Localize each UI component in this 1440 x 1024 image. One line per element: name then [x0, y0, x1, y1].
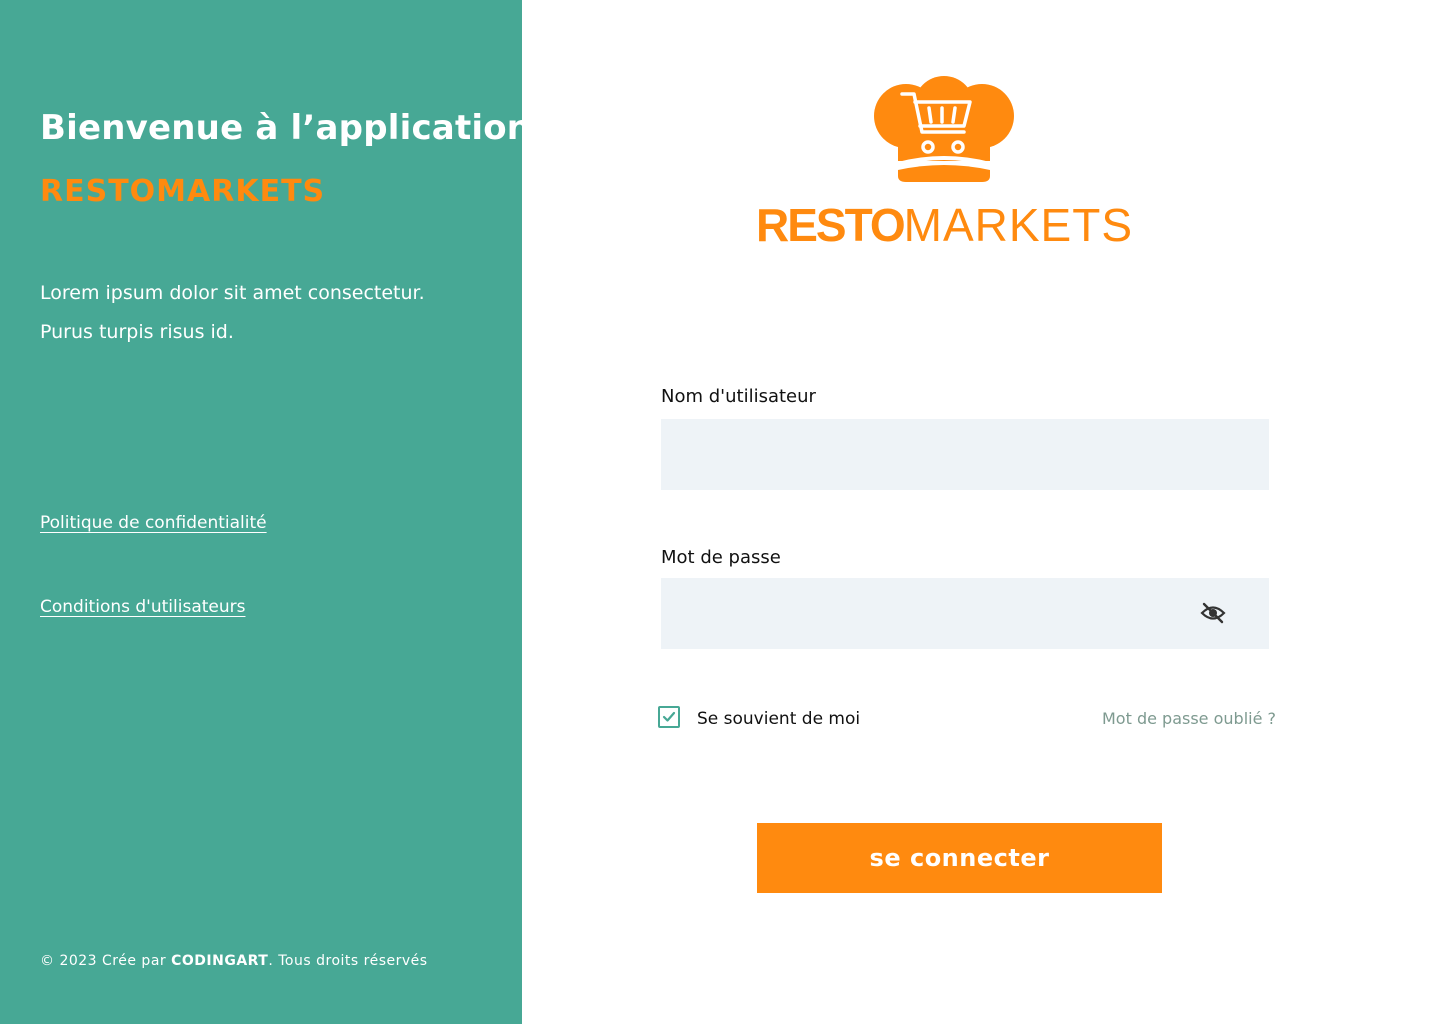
logo-wordmark: RESTOMARKETS	[756, 202, 1140, 248]
brand-title: RESTOMARKETS	[40, 174, 326, 209]
intro-text: Lorem ipsum dolor sit amet consectetur. …	[40, 274, 500, 352]
username-label: Nom d'utilisateur	[661, 386, 816, 407]
remember-me-label[interactable]: Se souvient de moi	[697, 709, 860, 729]
password-input[interactable]	[661, 578, 1269, 649]
password-label: Mot de passe	[661, 547, 781, 568]
chef-hat-cart-icon	[874, 76, 1014, 182]
intro-line: Lorem ipsum dolor sit amet consectetur.	[40, 282, 425, 304]
privacy-policy-link[interactable]: Politique de confidentialité	[40, 513, 267, 533]
copyright-suffix: . Tous droits réservés	[268, 953, 428, 969]
welcome-title: Bienvenue à l’application	[40, 108, 532, 148]
logo-word-thin: MARKETS	[903, 199, 1134, 251]
terms-of-use-link[interactable]: Conditions d'utilisateurs	[40, 597, 245, 617]
intro-line: Purus turpis risus id.	[40, 321, 234, 343]
username-input[interactable]	[661, 419, 1269, 490]
remember-me-checkbox[interactable]	[658, 706, 680, 728]
logo-word-bold: RESTO	[756, 199, 906, 251]
restomarkets-logo: RESTOMARKETS	[756, 76, 1140, 251]
copyright-company: CODINGART	[171, 953, 269, 969]
login-button[interactable]: se connecter	[757, 823, 1162, 893]
copyright-prefix: © 2023 Crée par	[40, 953, 167, 969]
copyright-notice: © 2023 Crée par CODINGART. Tous droits r…	[40, 953, 428, 969]
eye-off-icon[interactable]	[1200, 601, 1226, 625]
forgot-password-link[interactable]: Mot de passe oublié ?	[1102, 709, 1276, 728]
welcome-panel: Bienvenue à l’application RESTOMARKETS L…	[0, 0, 531, 1024]
checkmark-icon	[662, 711, 676, 722]
